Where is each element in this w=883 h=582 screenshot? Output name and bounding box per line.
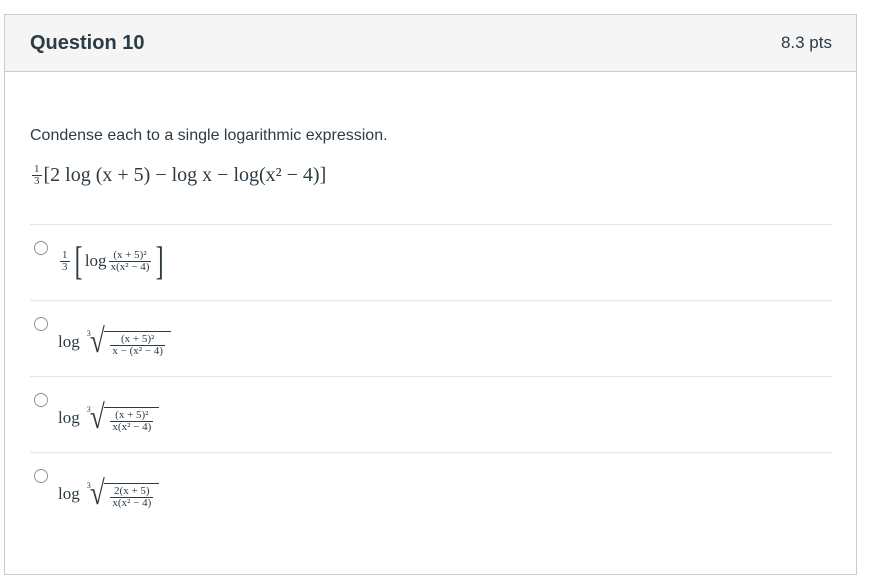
answer-coefficient: 1 3 [60,248,70,273]
cube-root: 3 √ (x + 5)² x − (x² − 4) [87,323,171,360]
radio-button[interactable] [34,241,48,255]
question-prompt: Condense each to a single logarithmic ex… [30,127,388,144]
problem-expression: 1 3 [ 2 log (x + 5) − log x − log(x² − 4… [30,160,832,190]
radical-icon: √ [89,323,105,360]
answer-fraction: 2(x + 5) x(x² − 4) [110,485,154,509]
fraction-denominator: x(x² − 4) [110,497,154,509]
question-header: Question 10 8.3 pts [5,15,856,72]
question-points: 8.3 pts [780,33,832,52]
fraction-numerator: (x + 5)² [115,409,149,421]
fraction-numerator: (x + 5)² [121,333,155,345]
log-label: log [84,251,107,270]
cube-root: 3 √ 2(x + 5) x(x² − 4) [87,475,160,512]
question-card: Question 10 8.3 pts Condense each to a s… [4,14,857,575]
answer-fraction: (x + 5)² x(x² − 4) [108,248,152,273]
fraction-numerator: 2(x + 5) [114,485,150,497]
close-bracket: ] [156,238,165,283]
fraction-numerator: (x + 5)² [113,248,147,261]
radical-icon: √ [89,475,105,512]
fraction-denominator: x(x² − 4) [108,260,152,273]
answer-math: 1 3 [ log (x + 5)² x(x² − 4) ] [58,241,167,281]
open-bracket: [ [43,163,51,186]
fraction-denominator: x(x² − 4) [110,421,154,433]
answer-option-1[interactable]: 1 3 [ log (x + 5)² x(x² − 4) ] [30,225,832,301]
answer-option-4[interactable]: log 3 √ 2(x + 5) x(x² − 4) [30,453,832,529]
radio-button[interactable] [34,393,48,407]
coefficient-denominator: 3 [32,174,42,187]
radicand: 2(x + 5) x(x² − 4) [104,483,160,509]
question-body: Condense each to a single logarithmic ex… [5,72,856,529]
log-label: log [58,408,80,427]
fraction-denominator: x − (x² − 4) [110,345,165,357]
radio-button[interactable] [34,317,48,331]
answer-option-3[interactable]: log 3 √ (x + 5)² x(x² − 4) [30,377,832,453]
question-title: Question 10 [30,31,145,54]
answer-math: log 3 √ (x + 5)² x − (x² − 4) [58,325,171,359]
coefficient-numerator: 1 [34,162,40,175]
close-bracket: ] [319,163,327,186]
answer-math: log 3 √ 2(x + 5) x(x² − 4) [58,475,160,512]
cube-root: 3 √ (x + 5)² x(x² − 4) [87,399,160,436]
answer-fraction: (x + 5)² x(x² − 4) [110,409,154,433]
answer-math: log 3 √ (x + 5)² x(x² − 4) [58,399,160,436]
radicand: (x + 5)² x − (x² − 4) [104,331,171,357]
coefficient-numerator: 1 [62,248,68,261]
problem-coefficient: 1 3 [32,162,42,187]
radicand: (x + 5)² x(x² − 4) [104,407,160,433]
radical-icon: √ [89,399,105,436]
radio-button[interactable] [34,469,48,483]
coefficient-denominator: 3 [60,260,70,273]
answer-list: 1 3 [ log (x + 5)² x(x² − 4) ] log 3 √ (… [30,224,832,529]
problem-body: 2 log (x + 5) − log x − log(x² − 4) [50,163,320,186]
log-label: log [58,332,80,351]
answer-fraction: (x + 5)² x − (x² − 4) [110,334,165,357]
open-bracket: [ [74,238,83,283]
log-label: log [58,484,80,503]
answer-option-2[interactable]: log 3 √ (x + 5)² x − (x² − 4) [30,301,832,377]
